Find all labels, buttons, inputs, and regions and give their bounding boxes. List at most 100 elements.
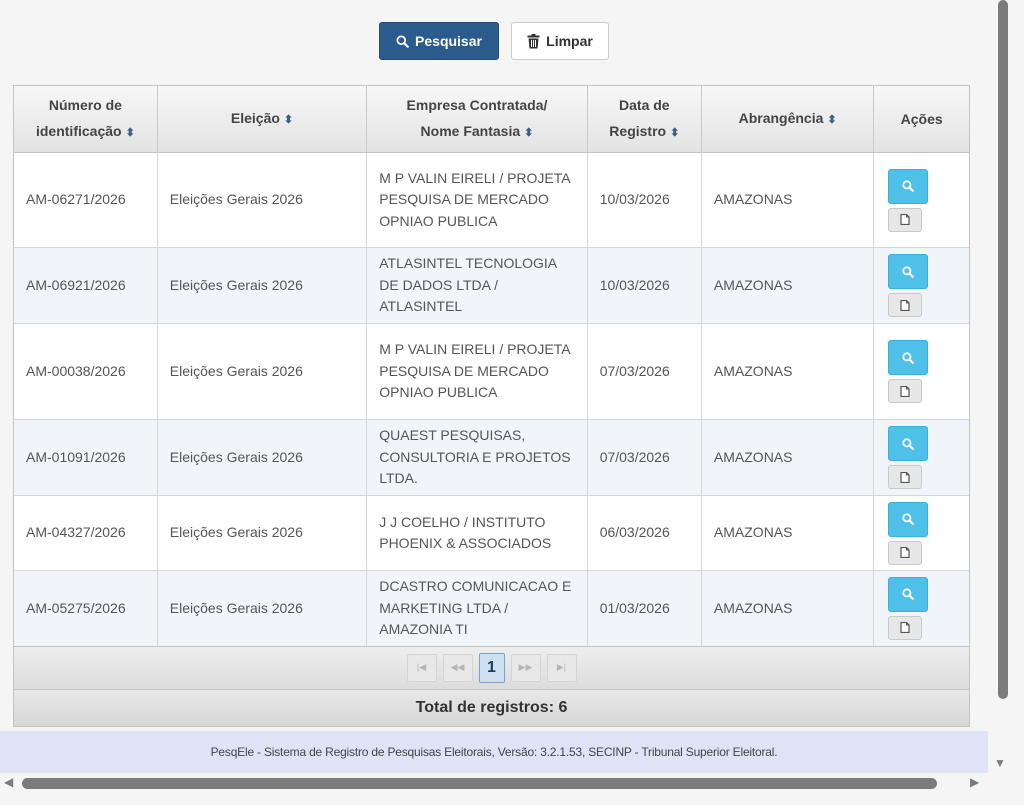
cell-id: AM-06921/2026 (14, 247, 158, 324)
document-icon (900, 622, 910, 634)
table-row: AM-04327/2026 Eleições Gerais 2026 J J C… (14, 495, 969, 571)
cell-scope: AMAZONAS (701, 495, 875, 571)
vertical-scroll-thumb[interactable] (998, 0, 1008, 699)
sort-icon[interactable]: ⬍ (670, 127, 679, 139)
total-records: Total de registros: 6 (14, 688, 969, 726)
results-table-container: Número de identificação ⬍ Eleição ⬍ Empres… (13, 85, 970, 727)
document-icon (900, 547, 910, 558)
document-button[interactable] (888, 540, 923, 565)
view-details-button[interactable] (888, 168, 929, 204)
cell-date: 10/03/2026 (587, 247, 702, 324)
document-icon (900, 299, 910, 311)
view-details-button[interactable] (888, 576, 929, 612)
table-header-row: Número de identificação ⬍ Eleição ⬍ Empres… (14, 86, 969, 153)
header-actions-label: Ações (900, 111, 943, 127)
cell-election: Eleições Gerais 2026 (157, 570, 368, 646)
cell-election: Eleições Gerais 2026 (157, 247, 368, 324)
first-page-button[interactable]: |◀ (406, 653, 437, 682)
table-row: AM-01091/2026 Eleições Gerais 2026 QUAES… (14, 419, 969, 496)
cell-election: Eleições Gerais 2026 (157, 323, 368, 420)
column-header-actions: Ações (873, 86, 969, 153)
cell-company: J J COELHO / INSTITUTO PHOENIX & ASSOCIA… (366, 495, 588, 571)
header-election-label: Eleição (230, 110, 280, 126)
search-icon (902, 588, 915, 601)
table-row: AM-05275/2026 Eleições Gerais 2026 DCAST… (14, 570, 969, 646)
clear-button[interactable]: Limpar (511, 22, 609, 60)
cell-id: AM-05275/2026 (14, 570, 158, 646)
trash-icon (527, 33, 540, 48)
document-icon (900, 385, 910, 397)
cell-id: AM-01091/2026 (14, 419, 158, 496)
header-id-line1: Número de (48, 97, 122, 113)
document-button[interactable] (888, 207, 923, 232)
table-row: AM-06921/2026 Eleições Gerais 2026 ATLAS… (14, 247, 969, 324)
cell-date: 07/03/2026 (587, 323, 702, 420)
cell-company: M P VALIN EIRELI / PROJETA PESQUISA DE M… (366, 152, 588, 248)
cell-actions (873, 419, 969, 496)
column-header-id[interactable]: Número de identificação ⬍ (14, 86, 158, 153)
pagination: |◀ ◀◀ 1 ▶▶ ▶| (14, 645, 969, 689)
cell-election: Eleições Gerais 2026 (157, 152, 368, 248)
last-page-button[interactable]: ▶| (546, 653, 577, 682)
table-row: AM-00038/2026 Eleições Gerais 2026 M P V… (14, 323, 969, 420)
sort-icon[interactable]: ⬍ (126, 127, 135, 139)
cell-actions (873, 323, 969, 420)
header-date-line2: Registro (609, 123, 667, 139)
search-icon (902, 351, 915, 364)
cell-actions (873, 495, 969, 571)
cell-scope: AMAZONAS (701, 419, 875, 496)
column-header-date[interactable]: Data de Registro ⬍ (587, 86, 702, 153)
search-icon (902, 180, 915, 192)
cell-date: 07/03/2026 (587, 419, 702, 496)
scroll-right-arrow-icon[interactable]: ▶ (970, 775, 979, 789)
cell-company: ATLASINTEL TECNOLOGIA DE DADOS LTDA / AT… (366, 247, 588, 324)
document-icon (900, 471, 910, 483)
cell-scope: AMAZONAS (701, 247, 875, 324)
sort-icon[interactable]: ⬍ (827, 114, 836, 126)
cell-date: 01/03/2026 (587, 570, 702, 646)
cell-scope: AMAZONAS (701, 323, 875, 420)
next-page-button[interactable]: ▶▶ (510, 653, 541, 682)
footer: PesqEle - Sistema de Registro de Pesquis… (0, 731, 988, 773)
sort-icon[interactable]: ⬍ (284, 114, 293, 126)
column-header-company[interactable]: Empresa Contratada/ Nome Fantasia ⬍ (366, 86, 588, 153)
cell-date: 06/03/2026 (587, 495, 702, 571)
document-button[interactable] (888, 293, 923, 317)
cell-scope: AMAZONAS (701, 152, 875, 248)
cell-company: DCASTRO COMUNICACAO E MARKETING LTDA / A… (366, 570, 588, 646)
header-id-line2: identificação (35, 123, 122, 139)
document-button[interactable] (888, 465, 923, 489)
sort-icon[interactable]: ⬍ (524, 127, 533, 139)
search-icon (902, 513, 915, 525)
document-button[interactable] (888, 615, 923, 640)
cell-id: AM-06271/2026 (14, 152, 158, 248)
search-icon (902, 265, 915, 278)
scroll-down-arrow-icon[interactable]: ▼ (994, 756, 1006, 770)
vertical-scrollbar[interactable]: ▼ (988, 0, 1024, 805)
column-header-election[interactable]: Eleição ⬍ (157, 86, 368, 153)
cell-actions (873, 152, 969, 248)
view-details-button[interactable] (888, 426, 929, 461)
cell-scope: AMAZONAS (701, 570, 875, 646)
scroll-left-arrow-icon[interactable]: ◀ (4, 775, 13, 789)
cell-id: AM-04327/2026 (14, 495, 158, 571)
search-icon (902, 437, 915, 450)
cell-date: 10/03/2026 (587, 152, 702, 248)
header-date-line1: Data de (619, 97, 670, 113)
cell-company: M P VALIN EIRELI / PROJETA PESQUISA DE M… (366, 323, 588, 420)
column-header-scope[interactable]: Abrangência ⬍ (701, 86, 875, 153)
cell-actions (873, 247, 969, 324)
view-details-button[interactable] (888, 501, 929, 537)
view-details-button[interactable] (888, 340, 929, 375)
horizontal-scroll-thumb[interactable] (22, 778, 937, 789)
header-scope-label: Abrangência (738, 110, 824, 126)
results-table: Número de identificação ⬍ Eleição ⬍ Empres… (14, 86, 969, 646)
current-page[interactable]: 1 (478, 652, 505, 683)
header-company-line1: Empresa Contratada/ (406, 97, 548, 113)
search-button[interactable]: Pesquisar (379, 22, 499, 60)
document-button[interactable] (888, 379, 923, 403)
view-details-button[interactable] (888, 254, 929, 289)
document-icon (900, 214, 910, 225)
previous-page-button[interactable]: ◀◀ (442, 653, 473, 682)
horizontal-scrollbar[interactable]: ◀ ▶ (0, 775, 1024, 805)
